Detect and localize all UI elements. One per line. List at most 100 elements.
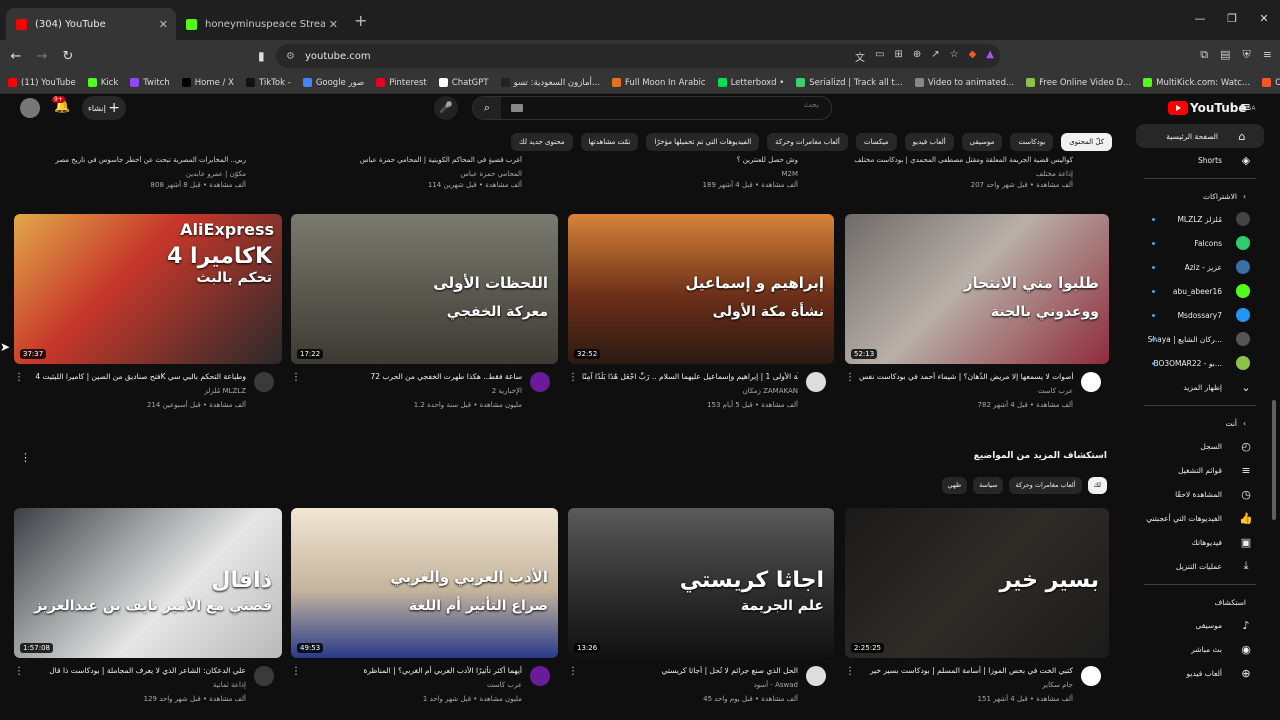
video-title[interactable]: كواليس قضية الجريمة المعلقة ومقتل مصطفى … <box>845 156 1073 164</box>
translate-icon[interactable]: 文 <box>855 49 865 64</box>
bookmark-item[interactable]: Free Online Video D... <box>1026 78 1131 88</box>
more-options-icon[interactable]: ⋮ <box>20 451 31 464</box>
channel-name[interactable]: عرب كاست <box>487 681 522 689</box>
minimize-icon[interactable]: — <box>1184 12 1216 25</box>
video-thumbnail[interactable]: اجاثا كريستي علم الجريمة 13:26 <box>568 508 834 658</box>
channel-avatar[interactable] <box>1081 666 1101 686</box>
share-icon[interactable]: ↗ <box>931 49 939 64</box>
video-title[interactable]: أغرب قضيةٍ في المحاكم الكويتية | المحامي… <box>291 156 522 164</box>
bookmark-item[interactable]: Twitch <box>130 78 170 88</box>
channel-avatar[interactable] <box>530 372 550 392</box>
channel-avatar[interactable] <box>254 372 274 392</box>
video-thumbnail[interactable]: طلبوا مني الانتحار ووعدوني بالجنة 52:13 <box>845 214 1109 364</box>
account-avatar[interactable] <box>20 98 40 118</box>
video-title[interactable]: كتبي الخت في بحص الموزا | أسامة المسلم |… <box>859 666 1073 675</box>
more-actions-icon[interactable]: ⋮ <box>845 372 855 383</box>
bookmark-item[interactable]: MultiKick.com: Watc... <box>1143 78 1250 88</box>
filter-chip[interactable]: كلّ المحتوى <box>1061 133 1112 151</box>
video-title[interactable]: زمكان | نشأة مكّة الأولى 1 | إبراهيم وإس… <box>582 372 798 381</box>
more-actions-icon[interactable]: ⋮ <box>291 372 301 383</box>
sidebar-item-explore[interactable]: بث مباشر ◉ <box>1132 637 1268 661</box>
video-title[interactable]: علي الدعكان: الشاعر الذي لا يعرف المجامل… <box>28 666 246 675</box>
close-tab-icon[interactable]: ✕ <box>159 18 168 31</box>
more-actions-icon[interactable]: ⋮ <box>568 372 578 383</box>
bookmark-star-icon[interactable]: ▮ <box>258 49 265 63</box>
new-tab-button[interactable]: + <box>354 11 367 30</box>
video-card[interactable]: الأدب العربي والغربي صراع التأثير أم اللغ… <box>291 508 558 718</box>
subscriptions-heading[interactable]: الاشتراكات ‹ <box>1132 185 1268 207</box>
more-actions-icon[interactable]: ⋮ <box>568 666 578 677</box>
rewards-icon[interactable]: ▲ <box>986 49 994 64</box>
create-button[interactable]: إنشاء + <box>82 96 126 120</box>
channel-name[interactable]: المحامي حمزة عباس <box>291 170 522 178</box>
channel-avatar[interactable] <box>1081 372 1101 392</box>
sidebar-subscription[interactable]: Falcons <box>1132 231 1268 255</box>
video-card[interactable]: إبراهيم و إسماعيل نشأة مكة الأولى 32:52 زمك… <box>568 214 834 424</box>
bookmark-item[interactable]: Home / X <box>181 78 234 88</box>
cast-icon[interactable]: ▭ <box>875 49 884 64</box>
filter-chip[interactable]: ميكسات <box>855 133 897 151</box>
sidebar-item-home[interactable]: الصفحة الرئيسية ⌂ <box>1136 124 1264 148</box>
channel-avatar[interactable] <box>530 666 550 686</box>
bookmark-item[interactable]: Video to animated... <box>914 78 1014 88</box>
video-card[interactable]: اللحظات الأولى معركة الخفجي 17:22 72 ساعة ف… <box>291 214 558 424</box>
close-window-icon[interactable]: ✕ <box>1248 12 1280 25</box>
address-bar[interactable]: ⚙ youtube.com 文 ▭ ⊞ ⊕ ↗ ☆ ◆ ▲ <box>276 44 1000 68</box>
bookmark-item[interactable]: أمازون السعودية: تسو... <box>500 78 600 88</box>
explore-chip[interactable]: سياسة <box>973 477 1004 494</box>
filter-chip[interactable]: موسيقى <box>961 133 1003 151</box>
channel-avatar[interactable] <box>806 666 826 686</box>
sidebar-subscription[interactable]: Msdossary7 <box>1132 303 1268 327</box>
bookmark-item[interactable]: TikTok - <box>245 78 291 88</box>
channel-name[interactable]: أسود - Aswad <box>754 681 798 689</box>
video-card[interactable]: اجاثا كريستي علم الجريمة 13:26 الحل الذي صن… <box>568 508 834 718</box>
sidebar-item-you[interactable]: الفيديوهات التي أعجبتني 👍 <box>1132 506 1268 530</box>
keyboard-icon[interactable] <box>511 104 523 112</box>
video-title[interactable]: أيهما أكثر تأثيرًا الأدب العربي أم الغرب… <box>305 666 522 675</box>
search-input[interactable] <box>569 100 819 109</box>
video-card[interactable]: بسير خير 2:25:25 كتبي الخت في بحص الموزا |… <box>845 508 1109 718</box>
sidebar-subscription[interactable]: Aziz - عزيز <box>1132 255 1268 279</box>
channel-name[interactable]: عرب كاست <box>1038 387 1073 395</box>
more-actions-icon[interactable]: ⋮ <box>14 372 24 383</box>
tab-kick[interactable]: honeyminuspeace Stream - Kick Dash ✕ <box>176 8 346 40</box>
video-title[interactable]: فتح صناديق من الصين | كاميرا الليثيت 4K … <box>28 372 246 381</box>
vpn-icon[interactable]: ⛨ <box>1243 48 1251 62</box>
guide-menu-icon[interactable]: ≡ <box>1240 100 1251 115</box>
close-tab-icon[interactable]: ✕ <box>329 18 338 31</box>
sidebar-subscription[interactable]: MLZLZ مُلزلز <box>1132 207 1268 231</box>
sidebar-item-explore[interactable]: ألعاب فيديو ⊕ <box>1132 661 1268 685</box>
sidebar-item-you[interactable]: قوائم التشغيل ≡ <box>1132 458 1268 482</box>
filter-chip[interactable]: الفيديوهات التي تم تحميلها مؤخرًا <box>646 133 760 151</box>
partial-video-card[interactable]: أغرب قضيةٍ في المحاكم الكويتية | المحامي… <box>291 153 522 195</box>
filter-chip[interactable]: ألعاب فيديو <box>904 133 954 151</box>
channel-name[interactable]: إذاعة ثمانية <box>213 681 246 689</box>
tab-youtube[interactable]: (304) YouTube ✕ <box>6 8 176 40</box>
bookmark-item[interactable]: Kick <box>87 78 118 88</box>
forward-icon[interactable]: → <box>32 49 52 64</box>
search-icon[interactable]: ⌕ <box>473 97 501 119</box>
bookmark-item[interactable]: Letterboxd • <box>717 78 784 88</box>
channel-name[interactable]: إذاعة مختلف <box>845 170 1073 178</box>
sidebar-toggle-icon[interactable]: ▤ <box>1220 48 1230 62</box>
video-title[interactable]: أصوات لا يسمعها إلا مريض الذُهان؟ | شيما… <box>859 372 1073 381</box>
sidebar-subscription[interactable]: abu_abeer16 <box>1132 279 1268 303</box>
sidebar-item-shorts[interactable]: Shorts ◈ <box>1132 148 1268 172</box>
restore-icon[interactable]: ❐ <box>1216 12 1248 25</box>
filter-chip[interactable]: تمّت مشاهدتها <box>580 133 639 151</box>
sidebar-item-explore[interactable]: موسيقى ♪ <box>1132 613 1268 637</box>
sidebar-subscription[interactable]: Shaya | ركان الشايع... <box>1132 327 1268 351</box>
bookmark-item[interactable]: Online Video Maker... <box>1262 78 1280 88</box>
extensions-icon[interactable]: ⧉ <box>1200 48 1208 62</box>
reload-icon[interactable]: ↻ <box>58 49 78 64</box>
voice-search-icon[interactable]: 🎤 <box>434 96 458 120</box>
video-thumbnail[interactable]: بسير خير 2:25:25 <box>845 508 1109 658</box>
channel-avatar[interactable] <box>254 666 274 686</box>
filter-chip[interactable]: بودكاست <box>1010 133 1054 151</box>
video-thumbnail[interactable]: اللحظات الأولى معركة الخفجي 17:22 <box>291 214 558 364</box>
channel-name[interactable]: مكوّن | عمرو عابدين <box>14 170 246 178</box>
bookmark-item[interactable]: Google صور <box>302 78 364 88</box>
video-thumbnail[interactable]: AliExpress كاميرا 4K تحكم بالبث 37:37 <box>14 214 282 364</box>
partial-video-card[interactable]: كواليس قضية الجريمة المعلقة ومقتل مصطفى … <box>845 153 1073 195</box>
video-title[interactable]: 72 ساعة فقط.. هكذا طهرت الخفجي من الحرب <box>305 372 522 381</box>
